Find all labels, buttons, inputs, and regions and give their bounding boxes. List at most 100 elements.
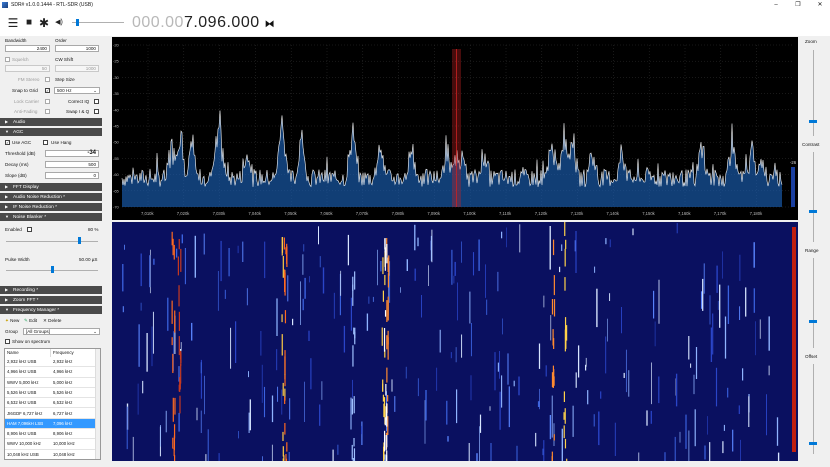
table-row[interactable]: 4,966 kHz USB 4,966 kHz <box>5 367 97 378</box>
table-row[interactable]: 5,526 kHz USB 5,526 kHz <box>5 388 97 399</box>
spectrum-right-value: -26 <box>790 160 797 165</box>
offset-slider-thumb[interactable] <box>809 442 817 445</box>
table-row[interactable]: 10,048 kHz USB 10,048 kHz <box>5 450 97 459</box>
anti-fading-checkbox[interactable] <box>45 109 50 114</box>
spectrum-analyzer[interactable]: -20 -25 -30 -35 -40 -45 -50 -55 -60 -65 -70 7,010k 7… <box>112 37 798 220</box>
chevron-down-icon: ⌄ <box>93 88 97 93</box>
y-tick-label: -60 <box>113 172 120 177</box>
group-select[interactable]: [All Groups] ⌄ <box>23 328 100 335</box>
row-frequency: 6,727 kHz <box>53 410 73 416</box>
y-tick-label: -25 <box>113 59 120 64</box>
swap-iq-checkbox[interactable] <box>94 109 99 114</box>
pulse-width-thumb[interactable] <box>51 266 54 273</box>
bandwidth-input[interactable]: 2400 <box>5 45 50 52</box>
edit-button-label: Edit <box>29 318 38 323</box>
threshold-input[interactable]: -34 <box>45 150 99 157</box>
squelch-checkbox[interactable] <box>5 57 10 62</box>
new-button[interactable]: ✦ New <box>5 318 19 324</box>
y-tick-label: -55 <box>113 156 120 161</box>
expand-icon: ▶ <box>5 194 9 199</box>
waterfall-plot[interactable] <box>112 222 798 461</box>
row-name: HAM 7,096kH LSB <box>7 420 44 426</box>
table-row[interactable]: HAM 7,096kH LSB 7,096 kHz <box>5 418 97 430</box>
x-tick-label: 7,080k <box>392 211 405 216</box>
fm-stereo-checkbox[interactable] <box>45 77 50 82</box>
correct-iq-checkbox[interactable] <box>94 99 99 104</box>
table-scrollbar[interactable] <box>95 349 100 459</box>
step-size-label: Step Size <box>55 77 75 82</box>
range-slider-thumb[interactable] <box>809 320 817 323</box>
x-tick-label: 7,110k <box>499 211 512 216</box>
table-row[interactable]: 2,932 kHz USB 2,932 kHz <box>5 357 97 368</box>
range-slider[interactable] <box>813 258 814 348</box>
tune-icon[interactable]: ⧓ <box>265 19 276 30</box>
edit-button[interactable]: ✎ Edit <box>24 318 37 324</box>
table-row[interactable]: WWV 5,000 kHz 5,000 kHz <box>5 378 97 388</box>
decay-input[interactable]: 500 <box>45 161 99 168</box>
menu-icon[interactable]: ☰ <box>6 16 20 30</box>
bandwidth-label: Bandwidth <box>5 38 27 43</box>
speaker-icon[interactable]: ◀) <box>52 16 66 30</box>
y-tick-label: -40 <box>113 107 120 112</box>
frequency-main-digits: 7.096.000 <box>183 14 260 31</box>
contrast-slider-thumb[interactable] <box>809 210 817 213</box>
x-tick-label: 7,040k <box>248 211 261 216</box>
section-agc[interactable]: ▼ AGC <box>0 128 102 136</box>
table-row[interactable]: 6,532 kHz USB 6,532 kHz <box>5 398 97 409</box>
spectrum-plot[interactable]: -20 -25 -30 -35 -40 -45 -50 -55 -60 -65 -70 7,010k 7… <box>112 37 798 220</box>
show-on-spectrum-label: Show on spectrum <box>12 339 51 344</box>
table-row[interactable]: 8,906 kHz USB 8,906 kHz <box>5 429 97 440</box>
section-recording[interactable]: ▶ Recording * <box>0 286 102 294</box>
close-button[interactable]: ✕ <box>810 0 830 10</box>
use-agc-checkbox[interactable]: ✓ <box>5 140 10 145</box>
frequency-display[interactable]: 000.007.096.000 ⧓ <box>132 14 275 32</box>
table-row[interactable]: JI6GDF 6,727 kHz 6,727 kHz <box>5 409 97 419</box>
frequency-manager-table: Name Frequency 2,932 kHz USB 2,932 kHz 4,9… <box>4 348 101 460</box>
step-size-select[interactable]: 500 Hz ⌄ <box>54 87 100 94</box>
section-if-noise-reduction[interactable]: ▶ IF Noise Reduction * <box>0 203 102 211</box>
squelch-input[interactable]: 50 <box>5 65 50 72</box>
x-tick-label: 7,150k <box>642 211 655 216</box>
stop-icon[interactable]: ■ <box>22 16 36 30</box>
section-fft-display[interactable]: ▶ FFT Display <box>0 183 102 191</box>
snap-grid-checkbox[interactable]: ✓ <box>45 88 50 93</box>
offset-slider[interactable] <box>813 364 814 454</box>
cw-shift-input[interactable]: 1000 <box>55 65 99 72</box>
x-tick-label: 7,060k <box>320 211 333 216</box>
show-on-spectrum-checkbox[interactable] <box>5 339 10 344</box>
y-tick-label: -70 <box>113 205 120 210</box>
table-row[interactable]: WWV 10,000 kHz 10,000 kHz <box>5 439 97 450</box>
contrast-slider[interactable] <box>813 152 814 242</box>
nb-threshold-thumb[interactable] <box>78 237 81 244</box>
section-zoom-fft[interactable]: ▶ Zoom FFT * <box>0 296 102 304</box>
order-input[interactable]: 1000 <box>55 45 99 52</box>
lock-carrier-checkbox[interactable] <box>45 99 50 104</box>
snap-grid-label: Snap to Grid <box>12 88 38 93</box>
zoom-slider-thumb[interactable] <box>809 120 817 123</box>
order-label: Order <box>55 38 67 43</box>
section-audio-noise-reduction[interactable]: ▶ Audio Noise Reduction * <box>0 193 102 201</box>
section-agc-label: AGC <box>13 130 24 135</box>
section-audio[interactable]: ▶ Audio <box>0 118 102 126</box>
volume-slider-thumb[interactable] <box>76 19 80 26</box>
nb-enabled-checkbox[interactable] <box>27 227 32 232</box>
use-hang-checkbox[interactable] <box>43 140 48 145</box>
maximize-button[interactable]: ❐ <box>788 0 808 10</box>
minimize-button[interactable]: – <box>766 0 786 10</box>
waterfall-display[interactable] <box>112 222 798 461</box>
section-frequency-manager[interactable]: ▼ Frequency Manager * <box>0 306 102 314</box>
row-frequency: 5,000 kHz <box>53 379 73 385</box>
new-icon: ✦ <box>5 318 9 323</box>
zoom-label: Zoom <box>805 39 817 44</box>
volume-slider-track[interactable] <box>72 22 124 23</box>
row-frequency: 7,096 kHz <box>53 420 73 426</box>
column-header-frequency[interactable]: Frequency <box>51 349 97 357</box>
delete-button[interactable]: ✕ Delete <box>43 318 61 324</box>
nb-threshold-slider[interactable] <box>6 241 98 242</box>
section-noise-blanker[interactable]: ▼ Noise Blanker * <box>0 213 102 221</box>
correct-iq-label: Correct IQ <box>68 99 90 104</box>
slope-input[interactable]: 0 <box>45 172 99 179</box>
column-header-name[interactable]: Name <box>5 349 51 357</box>
zoom-slider[interactable] <box>813 50 814 136</box>
gear-icon[interactable]: ✱ <box>37 16 51 30</box>
